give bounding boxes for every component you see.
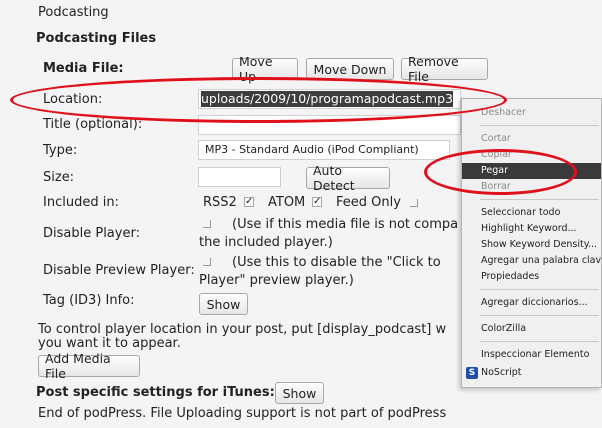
type-select[interactable]: MP3 - Standard Audio (iPod Compliant) <box>198 140 450 160</box>
auto-detect-button[interactable]: Auto Detect <box>306 163 390 193</box>
noscript-icon: S <box>466 367 478 379</box>
rss2-label: RSS2 <box>203 195 237 210</box>
menu-item-cortar[interactable]: Cortar <box>462 131 601 147</box>
menu-item-colorzilla[interactable]: ColorZilla <box>462 321 601 337</box>
tag-show-button[interactable]: Show <box>199 293 248 315</box>
menu-item-deshacer[interactable]: Deshacer <box>462 105 601 121</box>
media-file-label: Media File: <box>43 61 124 76</box>
size-input[interactable] <box>198 167 281 187</box>
title-input[interactable] <box>198 115 461 135</box>
control-note-line2: you want it to appear. <box>38 336 181 351</box>
menu-item-keyword-density[interactable]: Show Keyword Density... <box>462 237 601 253</box>
menu-item-highlight-keyword[interactable]: Highlight Keyword... <box>462 221 601 237</box>
disable-player-label: Disable Player: <box>43 226 140 241</box>
add-media-file-button[interactable]: Add Media File <box>38 351 140 381</box>
atom-label: ATOM <box>268 195 306 210</box>
atom-checkbox[interactable]: ✓ <box>312 197 322 207</box>
disable-player-text1: (Use if this media file is not compa <box>232 217 459 232</box>
footer-note: End of podPress. File Uploading support … <box>38 406 447 421</box>
menu-item-borrar[interactable]: Borrar <box>462 179 601 195</box>
control-note-line1: To control player location in your post,… <box>38 322 447 337</box>
feed-only-checkbox[interactable] <box>410 199 418 207</box>
feed-only-label: Feed Only <box>336 195 401 210</box>
section-header: Podcasting <box>38 5 109 20</box>
menu-item-copiar[interactable]: Copiar <box>462 147 601 163</box>
disable-preview-checkbox[interactable] <box>203 258 211 266</box>
move-down-button[interactable]: Move Down <box>306 58 394 80</box>
remove-file-button[interactable]: Remove File <box>401 54 488 84</box>
disable-player-text2: the included player.) <box>199 235 333 250</box>
type-label: Type: <box>43 143 78 158</box>
itunes-show-button[interactable]: Show <box>275 382 324 404</box>
menu-separator <box>480 199 599 200</box>
size-label: Size: <box>43 170 75 185</box>
move-up-button[interactable]: Move Up <box>232 54 298 84</box>
menu-separator <box>480 125 599 126</box>
menu-item-pegar[interactable]: Pegar <box>462 163 601 179</box>
menu-separator <box>480 315 599 316</box>
disable-preview-text1: (Use this to disable the "Click to <box>232 255 441 270</box>
menu-item-noscript[interactable]: S NoScript <box>462 365 601 381</box>
included-label: Included in: <box>43 195 119 210</box>
rss2-checkbox[interactable]: ✓ <box>244 197 254 207</box>
title-label: Title (optional): <box>43 117 143 132</box>
type-value: MP3 - Standard Audio (iPod Compliant) <box>205 143 419 156</box>
menu-separator <box>480 341 599 342</box>
menu-item-inspeccionar[interactable]: Inspeccionar Elemento <box>462 347 601 363</box>
location-input[interactable]: uploads/2009/10/programapodcast.mp3 <box>198 89 461 109</box>
itunes-settings-label: Post specific settings for iTunes: <box>36 385 275 400</box>
menu-item-seleccionar-todo[interactable]: Seleccionar todo <box>462 205 601 221</box>
menu-separator <box>480 289 599 290</box>
context-menu: Deshacer Cortar Copiar Pegar Borrar Sele… <box>461 98 602 388</box>
menu-item-agregar-diccionarios[interactable]: Agregar diccionarios... <box>462 295 601 311</box>
disable-preview-label: Disable Preview Player: <box>43 263 195 278</box>
location-value: uploads/2009/10/programapodcast.mp3 <box>201 91 453 107</box>
menu-item-propiedades[interactable]: Propiedades <box>462 269 601 285</box>
files-header: Podcasting Files <box>36 31 157 46</box>
tag-label: Tag (ID3) Info: <box>43 293 135 308</box>
location-label: Location: <box>43 92 103 107</box>
disable-preview-text2: Player" preview player.) <box>199 273 354 288</box>
disable-player-checkbox[interactable] <box>203 220 211 228</box>
noscript-label: NoScript <box>481 367 522 378</box>
menu-item-agregar-palabra-clave[interactable]: Agregar una palabra clave <box>462 253 601 269</box>
